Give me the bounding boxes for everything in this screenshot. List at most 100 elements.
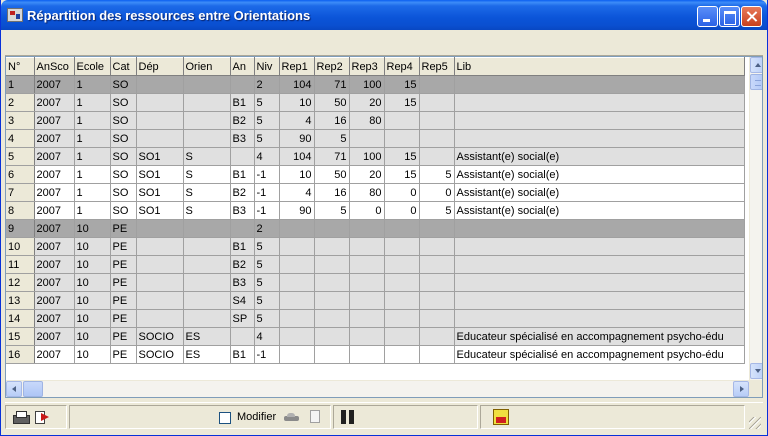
row-number[interactable]: 7 (6, 183, 35, 202)
table-cell[interactable] (454, 237, 745, 256)
table-cell[interactable] (314, 345, 350, 364)
table-cell[interactable]: B1 (230, 93, 255, 112)
close-button[interactable] (741, 6, 762, 27)
table-cell[interactable] (349, 255, 385, 274)
table-cell[interactable] (279, 273, 315, 292)
row-number[interactable]: 4 (6, 129, 35, 148)
table-cell[interactable]: 5 (254, 111, 280, 130)
table-cell[interactable] (384, 111, 420, 130)
table-cell[interactable] (454, 255, 745, 274)
table-cell[interactable]: 16 (314, 183, 350, 202)
scroll-left-button[interactable] (6, 381, 22, 397)
table-cell[interactable]: 2 (254, 219, 280, 238)
table-cell[interactable]: PE (110, 309, 137, 328)
column-header[interactable]: AnSco (34, 57, 75, 76)
table-cell[interactable] (384, 219, 420, 238)
table-cell[interactable] (349, 237, 385, 256)
table-cell[interactable] (419, 129, 455, 148)
table-cell[interactable]: PE (110, 273, 137, 292)
table-cell[interactable] (314, 309, 350, 328)
table-cell[interactable]: SO (110, 75, 137, 94)
table-cell[interactable] (349, 291, 385, 310)
table-cell[interactable]: 15 (384, 93, 420, 112)
table-cell[interactable] (230, 327, 255, 346)
table-cell[interactable]: 10 (74, 237, 111, 256)
table-cell[interactable]: 4 (254, 327, 280, 346)
table-row[interactable]: 10 2007 10 PE B1 5 (6, 237, 745, 256)
column-header[interactable]: An (230, 57, 255, 76)
table-cell[interactable]: 80 (349, 111, 385, 130)
table-cell[interactable]: B3 (230, 201, 255, 220)
table-cell[interactable]: SO (110, 183, 137, 202)
table-cell[interactable]: 10 (74, 255, 111, 274)
table-cell[interactable] (454, 111, 745, 130)
table-cell[interactable] (230, 147, 255, 166)
table-cell[interactable]: B3 (230, 129, 255, 148)
table-cell[interactable]: 2007 (34, 219, 75, 238)
table-cell[interactable]: SO (110, 129, 137, 148)
table-cell[interactable]: SO1 (136, 165, 184, 184)
table-cell[interactable] (349, 309, 385, 328)
table-row[interactable]: 8 2007 1 SO SO1 S B3 -1 90 5 0 0 5 Assistant(e) socia… (6, 201, 745, 220)
table-cell[interactable] (349, 129, 385, 148)
column-header[interactable]: Lib (454, 57, 745, 76)
table-cell[interactable]: Assistant(e) social(e) (454, 165, 745, 184)
table-cell[interactable]: S (183, 183, 231, 202)
table-cell[interactable] (183, 111, 231, 130)
table-row[interactable]: 15 2007 10 PE SOCIO ES 4 Educateur spécialisé e… (6, 327, 745, 346)
table-cell[interactable] (419, 345, 455, 364)
table-cell[interactable]: B2 (230, 183, 255, 202)
table-cell[interactable]: 4 (254, 147, 280, 166)
table-row[interactable]: 4 2007 1 SO B3 5 90 5 (6, 129, 745, 148)
table-cell[interactable]: 10 (74, 219, 111, 238)
table-row[interactable]: 1 2007 1 SO 2 104 71 100 15 (6, 75, 745, 94)
maximize-button[interactable] (719, 6, 740, 27)
table-cell[interactable] (136, 255, 184, 274)
table-cell[interactable]: S (183, 147, 231, 166)
column-header[interactable]: Rep2 (314, 57, 350, 76)
row-number[interactable]: 12 (6, 273, 35, 292)
table-cell[interactable] (454, 129, 745, 148)
table-cell[interactable]: 2007 (34, 309, 75, 328)
row-number[interactable]: 11 (6, 255, 35, 274)
table-cell[interactable]: 2007 (34, 111, 75, 130)
table-cell[interactable] (384, 273, 420, 292)
table-cell[interactable]: 0 (384, 201, 420, 220)
table-cell[interactable] (183, 219, 231, 238)
table-cell[interactable]: 5 (254, 291, 280, 310)
table-cell[interactable]: PE (110, 291, 137, 310)
column-header[interactable]: Niv (254, 57, 280, 76)
table-cell[interactable]: 5 (314, 201, 350, 220)
table-row[interactable]: 9 2007 10 PE 2 (6, 219, 745, 238)
table-cell[interactable] (314, 255, 350, 274)
row-number[interactable]: 10 (6, 237, 35, 256)
column-header[interactable]: Ecole (74, 57, 111, 76)
row-number[interactable]: 1 (6, 75, 35, 94)
table-cell[interactable]: 15 (384, 75, 420, 94)
table-cell[interactable]: SOCIO (136, 327, 184, 346)
table-cell[interactable] (419, 255, 455, 274)
table-cell[interactable]: 0 (349, 201, 385, 220)
table-cell[interactable]: 1 (74, 201, 111, 220)
table-cell[interactable] (136, 273, 184, 292)
table-cell[interactable]: PE (110, 345, 137, 364)
minimize-button[interactable] (697, 6, 718, 27)
table-cell[interactable]: PE (110, 255, 137, 274)
table-cell[interactable]: 2007 (34, 165, 75, 184)
table-cell[interactable]: 2007 (34, 345, 75, 364)
table-cell[interactable]: 71 (314, 147, 350, 166)
table-row[interactable]: 13 2007 10 PE S4 5 (6, 291, 745, 310)
binoculars-icon[interactable] (341, 410, 355, 424)
table-cell[interactable] (419, 147, 455, 166)
table-cell[interactable] (183, 309, 231, 328)
table-cell[interactable] (454, 309, 745, 328)
car-icon[interactable] (284, 413, 299, 422)
row-number[interactable]: 3 (6, 111, 35, 130)
table-cell[interactable]: 0 (419, 183, 455, 202)
document-icon[interactable] (310, 410, 320, 423)
row-number[interactable]: 16 (6, 345, 35, 364)
table-cell[interactable]: 1 (74, 165, 111, 184)
table-row[interactable]: 2 2007 1 SO B1 5 10 50 20 15 (6, 93, 745, 112)
table-cell[interactable]: 0 (384, 183, 420, 202)
table-cell[interactable]: 90 (279, 201, 315, 220)
